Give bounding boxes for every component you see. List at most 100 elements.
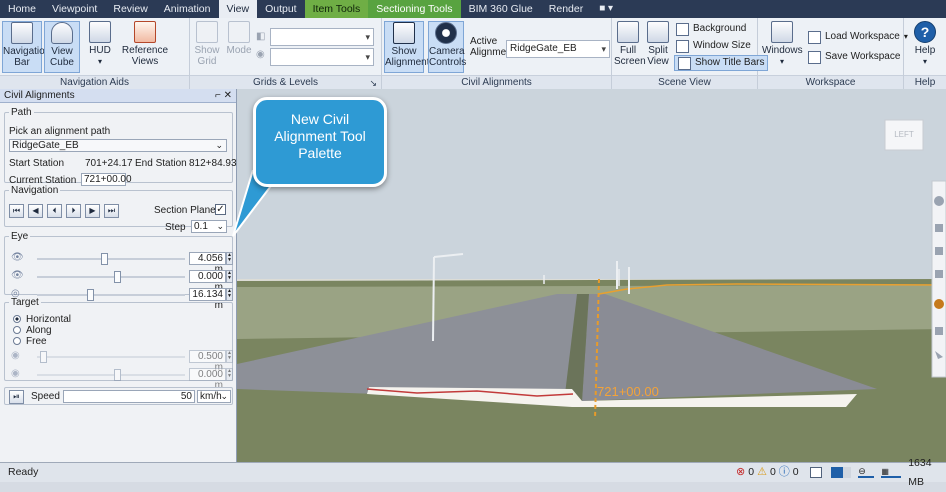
grid-dropdown[interactable] xyxy=(270,28,374,46)
eye-height-slider-track[interactable] xyxy=(37,258,185,260)
previous-station-button[interactable]: ◀ xyxy=(28,204,43,218)
warning-icon[interactable]: ⚠ xyxy=(757,463,767,482)
full-screen-button[interactable]: Full Screen xyxy=(614,21,646,73)
group-workspace: Windows ▾ Load Workspace ▾ Save Workspac… xyxy=(758,18,908,89)
tab-bim-360-glue[interactable]: BIM 360 Glue xyxy=(461,0,541,18)
camera-controls-icon xyxy=(435,22,457,44)
error-icon[interactable]: ⊗ xyxy=(736,463,745,482)
tab-item-tools[interactable]: Item Tools xyxy=(304,0,369,18)
tab-camera-dropdown[interactable]: ■ ▾ xyxy=(591,0,621,18)
chevron-down-icon: ⌄ xyxy=(215,140,223,150)
grid-location-icon: ◉ xyxy=(256,49,265,60)
target-height-input[interactable]: 0.500 m xyxy=(189,350,226,373)
target-offset-slider-thumb[interactable] xyxy=(113,369,121,381)
tab-home[interactable]: Home xyxy=(0,0,44,18)
eye-distance-slider-track[interactable] xyxy=(37,294,185,296)
steering-wheel-icon[interactable] xyxy=(934,196,944,206)
group-label-workspace: Workspace xyxy=(758,75,903,89)
callout-annotation: New Civil Alignment Tool Palette xyxy=(253,97,387,187)
palette-title-bar[interactable]: Civil Alignments ⌐ ✕ xyxy=(0,89,236,103)
view-cube-button[interactable]: View Cube xyxy=(44,21,80,73)
error-count: 0 xyxy=(748,466,755,478)
mode-button[interactable]: Mode xyxy=(224,21,254,73)
mode-icon xyxy=(228,21,250,43)
target-along-radio[interactable]: Along xyxy=(13,325,52,336)
navigation-bar-button[interactable]: Navigation Bar xyxy=(2,21,50,73)
target-offset-spinner[interactable]: ▲ ▼ xyxy=(226,368,233,381)
show-grid-button[interactable]: Show Grid xyxy=(192,21,222,73)
target-offset-row: ◉ 0.000 m ▲ ▼ xyxy=(11,368,233,391)
window-size-button[interactable]: Window Size xyxy=(676,39,751,53)
tab-output[interactable]: Output xyxy=(257,0,305,18)
eye-group: Eye 👁 4.056 m ▲▼ 👁 0.000 m ▲▼ ◎ 16.134 m… xyxy=(4,231,233,311)
target-height-spinner[interactable]: ▲ ▼ xyxy=(226,350,233,363)
target-offset-icon: ◉ xyxy=(11,368,20,379)
target-height-slider-thumb[interactable] xyxy=(39,351,47,363)
reference-views-icon xyxy=(134,21,156,43)
split-view-button[interactable]: Split View xyxy=(644,21,672,73)
show-alignment-button[interactable]: Show Alignment xyxy=(384,21,429,73)
tab-viewpoint[interactable]: Viewpoint xyxy=(44,0,105,18)
eye-offset-slider-thumb[interactable] xyxy=(113,271,121,283)
navigation-bar-icon xyxy=(11,22,33,44)
hud-button[interactable]: HUD ▾ xyxy=(84,21,116,73)
end-station-value: 812+84.93 xyxy=(189,158,237,169)
eye-height-slider-thumb[interactable] xyxy=(100,253,108,265)
warning-count: 0 xyxy=(769,466,776,478)
load-workspace-button[interactable]: Load Workspace ▾ xyxy=(808,30,908,44)
pick-path-label: Pick an alignment path xyxy=(9,126,111,137)
pan-icon[interactable] xyxy=(935,224,943,232)
windows-button[interactable]: Windows ▾ xyxy=(762,21,803,73)
path-group: Path Pick an alignment path RidgeGate_EB… xyxy=(4,107,237,186)
help-button[interactable]: ? Help ▾ xyxy=(910,21,940,73)
tab-review[interactable]: Review xyxy=(105,0,155,18)
reference-views-button[interactable]: Reference Views xyxy=(120,21,170,73)
group-help: ? Help ▾ Help xyxy=(904,18,946,89)
alignment-path-dropdown[interactable]: RidgeGate_EB ⌄ xyxy=(9,139,227,152)
target-offset-slider-track[interactable] xyxy=(37,374,185,376)
dialog-launcher-icon[interactable]: ↘ xyxy=(369,76,377,90)
step-forward-button[interactable]: ⏵ xyxy=(66,204,81,218)
start-station-label: Start Station xyxy=(9,158,65,169)
active-alignment-dropdown[interactable]: RidgeGate_EB xyxy=(506,40,610,58)
target-horizontal-radio[interactable]: Horizontal xyxy=(13,314,71,325)
speed-input[interactable]: 50 xyxy=(63,390,195,403)
last-station-button[interactable]: ⏭ xyxy=(104,204,119,218)
speed-row: ⏯ Speed 50 km/h ⌄ xyxy=(4,387,233,405)
eye-height-spinner[interactable]: ▲ ▼ xyxy=(226,252,233,265)
sheet-browser-icon[interactable] xyxy=(809,467,823,478)
speed-unit-dropdown[interactable]: km/h ⌄ xyxy=(197,390,231,403)
eye-offset-slider-track[interactable] xyxy=(37,276,185,278)
tab-sectioning-tools[interactable]: Sectioning Tools xyxy=(368,0,461,18)
step-back-button[interactable]: ⏴ xyxy=(47,204,62,218)
palette-window-controls[interactable]: ⌐ ✕ xyxy=(215,89,232,103)
info-icon[interactable]: ⓘ xyxy=(779,463,790,482)
background-button[interactable]: Background xyxy=(676,22,746,36)
target-height-slider-track[interactable] xyxy=(37,356,185,358)
walk-icon[interactable] xyxy=(935,327,943,335)
ribbon-tab-bar: Home Viewpoint Review Animation View Out… xyxy=(0,0,946,18)
next-station-button[interactable]: ▶ xyxy=(85,204,100,218)
orbit-icon[interactable] xyxy=(935,270,943,278)
level-dropdown[interactable] xyxy=(270,48,374,66)
eye-height-input[interactable]: 4.056 m xyxy=(189,252,226,275)
eye-offset-spinner[interactable]: ▲ ▼ xyxy=(226,270,233,283)
play-pause-button[interactable]: ⏯ xyxy=(9,390,24,404)
windows-dropdown-arrow: ▾ xyxy=(779,57,784,66)
group-grids-levels: Show Grid Mode ◧ ◉ Grids & Levels ↘ xyxy=(190,18,382,89)
tab-view[interactable]: View xyxy=(218,0,258,18)
tab-animation[interactable]: Animation xyxy=(156,0,219,18)
first-station-button[interactable]: ⏮ xyxy=(9,204,24,218)
zoom-icon[interactable] xyxy=(935,247,943,255)
camera-controls-button[interactable]: Camera Controls xyxy=(428,21,466,73)
show-title-bars-button[interactable]: Show Title Bars xyxy=(674,55,769,71)
navigation-group: Navigation ⏮ ◀ ⏴ ⏵ ▶ ⏭ Section Plane ✓ S… xyxy=(4,185,233,233)
eye-offset-input[interactable]: 0.000 m xyxy=(189,270,226,293)
save-workspace-button[interactable]: Save Workspace xyxy=(808,50,900,64)
window-size-icon xyxy=(676,39,689,53)
target-free-radio[interactable]: Free xyxy=(13,336,47,347)
look-icon[interactable] xyxy=(934,299,944,309)
tab-render[interactable]: Render xyxy=(541,0,591,18)
target-offset-input[interactable]: 0.000 m xyxy=(189,368,226,391)
navigation-buttons: ⏮ ◀ ⏴ ⏵ ▶ ⏭ xyxy=(9,204,129,218)
